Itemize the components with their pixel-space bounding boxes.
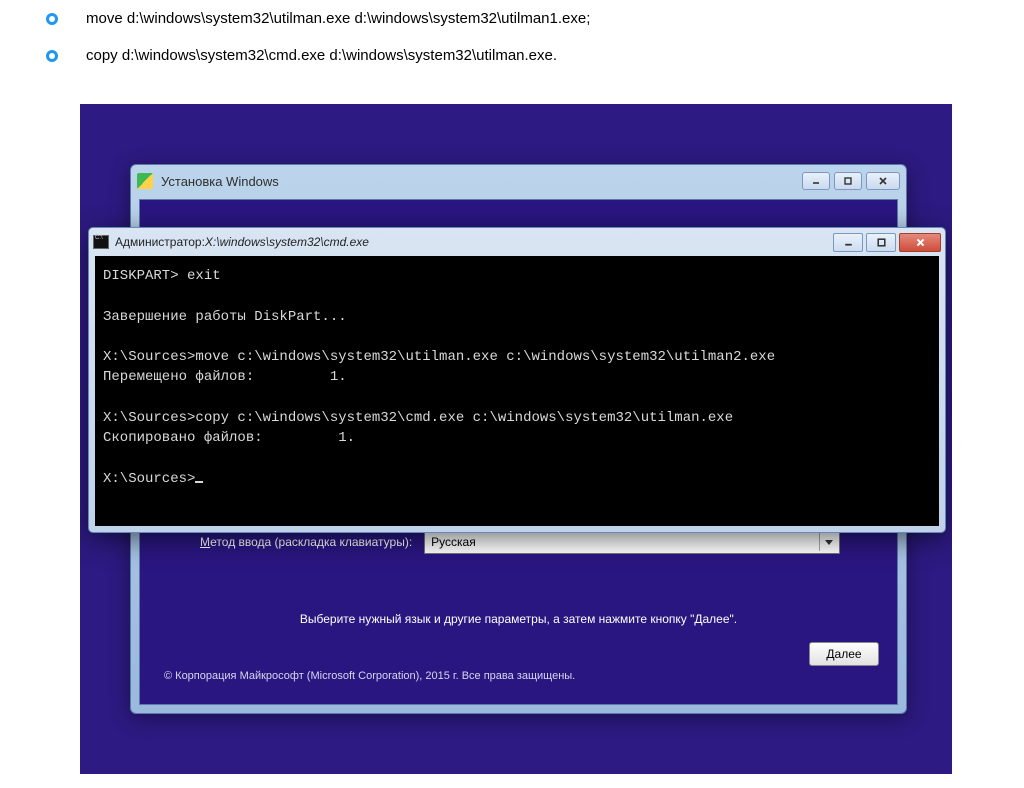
cmd-titlebar[interactable]: Администратор: X:\windows\system32\cmd.e…: [89, 228, 945, 256]
desktop-background: Установка Windows Метод ввода (раскладка…: [80, 104, 952, 774]
close-button[interactable]: [866, 172, 900, 190]
command-text: move d:\windows\system32\utilman.exe d:\…: [86, 10, 590, 27]
close-button[interactable]: [899, 233, 941, 252]
command-text: copy d:\windows\system32\cmd.exe d:\wind…: [86, 47, 557, 64]
select-value: Русская: [431, 535, 476, 549]
keyboard-layout-label: Метод ввода (раскладка клавиатуры):: [200, 535, 412, 549]
cmd-output[interactable]: DISKPART> exit Завершение работы DiskPar…: [95, 256, 939, 526]
cmd-icon: [93, 235, 109, 249]
cmd-window: Администратор: X:\windows\system32\cmd.e…: [88, 227, 946, 533]
cmd-title-path: X:\windows\system32\cmd.exe: [205, 235, 369, 249]
setup-title: Установка Windows: [161, 174, 279, 189]
list-item: move d:\windows\system32\utilman.exe d:\…: [0, 10, 1024, 27]
maximize-button[interactable]: [866, 233, 896, 252]
minimize-button[interactable]: [833, 233, 863, 252]
keyboard-layout-select[interactable]: Русская: [424, 530, 840, 554]
copyright-text: © Корпорация Майкрософт (Microsoft Corpo…: [164, 670, 575, 682]
bullet-icon: [46, 13, 58, 25]
next-button-label: Далее: [826, 647, 861, 661]
maximize-button[interactable]: [834, 172, 862, 190]
chevron-down-icon: [819, 533, 837, 551]
list-item: copy d:\windows\system32\cmd.exe d:\wind…: [0, 47, 1024, 64]
cmd-title-prefix: Администратор:: [115, 235, 205, 249]
bullet-icon: [46, 50, 58, 62]
minimize-button[interactable]: [802, 172, 830, 190]
windows-flag-icon: [137, 173, 153, 189]
next-button[interactable]: Далее: [809, 642, 879, 666]
article-command-list: move d:\windows\system32\utilman.exe d:\…: [0, 0, 1024, 104]
setup-titlebar[interactable]: Установка Windows: [131, 165, 906, 197]
keyboard-layout-row: Метод ввода (раскладка клавиатуры): Русс…: [200, 530, 840, 554]
setup-hint: Выберите нужный язык и другие параметры,…: [140, 612, 897, 626]
